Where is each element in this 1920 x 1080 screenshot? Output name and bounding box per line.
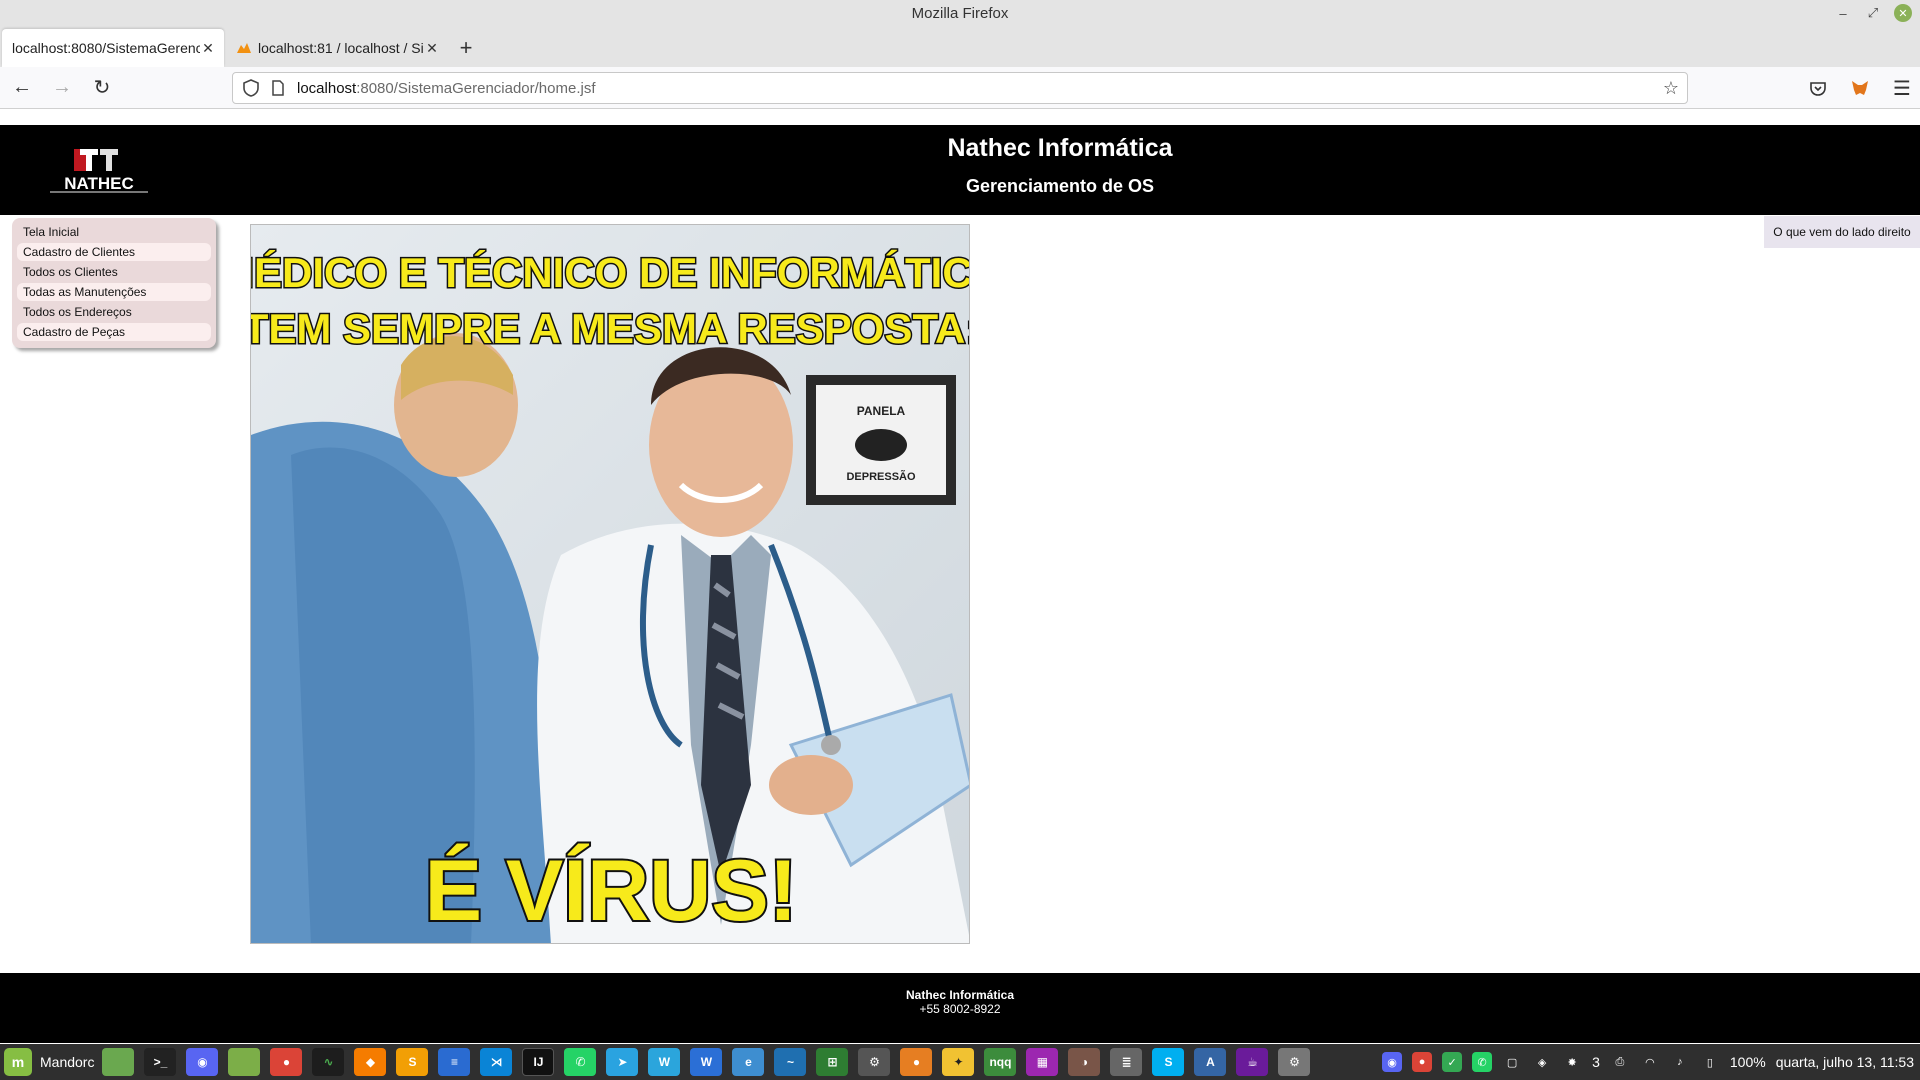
site-footer: Nathec Informática +55 8002-8922 <box>0 973 1920 1043</box>
tab-label: localhost:81 / localhost / Sistem <box>258 40 424 56</box>
text-editor-icon[interactable]: ≡ <box>438 1048 471 1076</box>
window-titlebar: Mozilla Firefox – ⤢ ✕ <box>0 0 1920 27</box>
system-monitor-icon[interactable]: ∿ <box>312 1048 345 1076</box>
nav-toolbar: ← → ↻ localhost :8080/SistemaGerenciador… <box>0 67 1920 109</box>
chrome-icon[interactable]: ● <box>270 1048 303 1076</box>
url-host: localhost <box>297 79 357 97</box>
phpmyadmin-icon <box>237 43 251 53</box>
page-icon <box>272 80 284 96</box>
close-window-icon[interactable]: ✕ <box>1894 4 1912 22</box>
start-label: Mandorc <box>40 1054 95 1070</box>
new-tab-button[interactable]: + <box>448 29 484 67</box>
forward-arrow-icon[interactable]: → <box>44 70 80 106</box>
battery-icon[interactable]: ▯ <box>1700 1052 1720 1072</box>
footer-company: Nathec Informática <box>905 988 1015 1002</box>
tab-label: localhost:8080/SistemaGerenciador/home.j… <box>12 40 200 56</box>
sign-top-text: PANELA <box>857 404 906 418</box>
web-page: NATHEC Nathec Informática Gerenciamento … <box>0 110 1920 1044</box>
battery-percent: 100% <box>1729 1054 1766 1070</box>
back-arrow-icon[interactable]: ← <box>4 70 40 106</box>
tab-strip: localhost:8080/SistemaGerenciador/home.j… <box>0 27 1920 67</box>
tab-phpmyadmin[interactable]: localhost:81 / localhost / Sistem ✕ <box>226 29 448 67</box>
sign-bottom-text: DEPRESSÃO <box>846 470 916 483</box>
meme-top-line2: TEM SEMPRE A MESMA RESPOSTA: <box>251 305 970 352</box>
settings-icon[interactable]: ⚙ <box>858 1048 891 1076</box>
mint-logo-icon: m <box>4 1048 32 1076</box>
vpn-icon[interactable]: ◈ <box>1532 1052 1552 1072</box>
wps-icon[interactable]: W <box>690 1048 723 1076</box>
menu-item-cadastro-clientes[interactable]: Cadastro de Clientes <box>17 243 211 261</box>
game-icon[interactable]: ✦ <box>942 1048 975 1076</box>
gimp-icon[interactable]: ◑ <box>1068 1048 1101 1076</box>
database-icon[interactable]: ≣ <box>1110 1048 1143 1076</box>
menu-item-todos-clientes[interactable]: Todos os Clientes <box>17 263 211 281</box>
menu-item-tela-inicial[interactable]: Tela Inicial <box>17 223 211 241</box>
window-controls: – ⤢ ✕ <box>1834 4 1912 22</box>
meme-top-line1: MÉDICO E TÉCNICO DE INFORMÁTICA <box>251 249 970 296</box>
hamburger-menu-icon[interactable]: ☰ <box>1884 70 1920 106</box>
tool-settings-icon[interactable]: ⚙ <box>1278 1048 1311 1076</box>
vscode-icon[interactable]: ⋊ <box>480 1048 513 1076</box>
close-tab-icon[interactable]: ✕ <box>424 40 440 56</box>
menu-item-todos-enderecos[interactable]: Todos os Endereços <box>17 303 211 321</box>
printer-icon[interactable]: ⎙ <box>1610 1052 1630 1072</box>
check-tray-icon[interactable]: ✓ <box>1442 1052 1463 1072</box>
pocket-icon[interactable] <box>1800 70 1836 106</box>
start-menu-button[interactable]: m Mandorc <box>0 1048 94 1076</box>
telegram-icon[interactable]: ➤ <box>606 1048 639 1076</box>
menu-item-todas-manutencoes[interactable]: Todas as Manutenções <box>17 283 211 301</box>
discord-icon[interactable]: ◉ <box>186 1048 219 1076</box>
project-manager-icon[interactable]: ⊞ <box>816 1048 849 1076</box>
url-path: :8080/SistemaGerenciador/home.jsf <box>356 79 596 97</box>
taskbar-launchers: >_ ◉ ● ∿ ◆ S ≡ ⋊ IJ ✆ ➤ W W e ~ ⊞ ⚙ ● ✦ … <box>102 1048 1311 1076</box>
mysql-workbench-icon[interactable]: ~ <box>774 1048 807 1076</box>
chrome-tray-icon[interactable]: ● <box>1412 1052 1433 1072</box>
right-panel: O que vem do lado direito <box>1764 216 1920 248</box>
minimize-icon[interactable]: – <box>1834 4 1852 22</box>
files-icon[interactable] <box>228 1048 261 1076</box>
whatsapp-tray-icon[interactable]: ✆ <box>1472 1052 1493 1072</box>
notifications-icon[interactable]: ✸ <box>1562 1052 1582 1072</box>
volume-icon[interactable]: ♪ <box>1670 1052 1690 1072</box>
shield-icon[interactable] <box>241 78 261 98</box>
edge-icon[interactable]: e <box>732 1048 765 1076</box>
system-tray: ◉ ● ✓ ✆ ▢ ◈ ✸ 3 ⎙ ◠ ♪ ▯ 100% quarta, jul… <box>1382 1044 1914 1080</box>
firefox-icon[interactable]: ● <box>900 1048 933 1076</box>
site-header: NATHEC Nathec Informática Gerenciamento … <box>0 125 1920 215</box>
side-menu: Tela Inicial Cadastro de Clientes Todos … <box>12 218 216 348</box>
clock[interactable]: quarta, julho 13, 11:53 <box>1776 1054 1914 1070</box>
color-picker-icon[interactable]: ▦ <box>1026 1048 1059 1076</box>
site-subtitle: Gerenciamento de OS <box>965 176 1155 196</box>
reload-icon[interactable]: ↻ <box>84 70 120 106</box>
wifi-icon[interactable]: ◠ <box>1640 1052 1660 1072</box>
window-title: Mozilla Firefox <box>911 5 1009 22</box>
java-ee-icon[interactable]: ☕ <box>1236 1048 1269 1076</box>
discord-tray-icon[interactable]: ◉ <box>1382 1052 1403 1072</box>
os-taskbar: m Mandorc >_ ◉ ● ∿ ◆ S ≡ ⋊ IJ ✆ ➤ W W e … <box>0 1044 1920 1080</box>
tab-sistema-gerenciador[interactable]: localhost:8080/SistemaGerenciador/home.j… <box>2 29 224 67</box>
app-store-icon[interactable]: A <box>1194 1048 1227 1076</box>
nqq-icon[interactable]: nqq <box>984 1048 1017 1076</box>
site-title: Nathec Informática <box>947 134 1173 162</box>
menu-item-cadastro-pecas[interactable]: Cadastro de Peças <box>17 323 211 341</box>
meme-image: PANELA DEPRESSÃO MÉDICO E TÉCNICO DE INF… <box>250 224 970 944</box>
skype-icon[interactable]: S <box>1152 1048 1185 1076</box>
notification-count: 3 <box>1592 1054 1600 1070</box>
desktop-icon[interactable] <box>102 1048 135 1076</box>
restore-icon[interactable]: ⤢ <box>1864 4 1882 22</box>
writer-icon[interactable]: W <box>648 1048 681 1076</box>
brave-icon[interactable]: ◆ <box>354 1048 387 1076</box>
sublime-text-icon[interactable]: S <box>396 1048 429 1076</box>
clipboard-icon[interactable]: ▢ <box>1502 1052 1522 1072</box>
metamask-extension-icon[interactable] <box>1842 70 1878 106</box>
intellij-icon[interactable]: IJ <box>522 1048 555 1076</box>
url-bar[interactable]: localhost :8080/SistemaGerenciador/home.… <box>232 72 1688 104</box>
meme-bottom-text: É VÍRUS! <box>425 843 798 939</box>
whatsapp-icon[interactable]: ✆ <box>564 1048 597 1076</box>
footer-phone: +55 8002-8922 <box>919 1002 1001 1016</box>
close-tab-icon[interactable]: ✕ <box>200 40 216 56</box>
terminal-icon[interactable]: >_ <box>144 1048 177 1076</box>
bookmark-star-icon[interactable]: ☆ <box>1663 78 1679 99</box>
